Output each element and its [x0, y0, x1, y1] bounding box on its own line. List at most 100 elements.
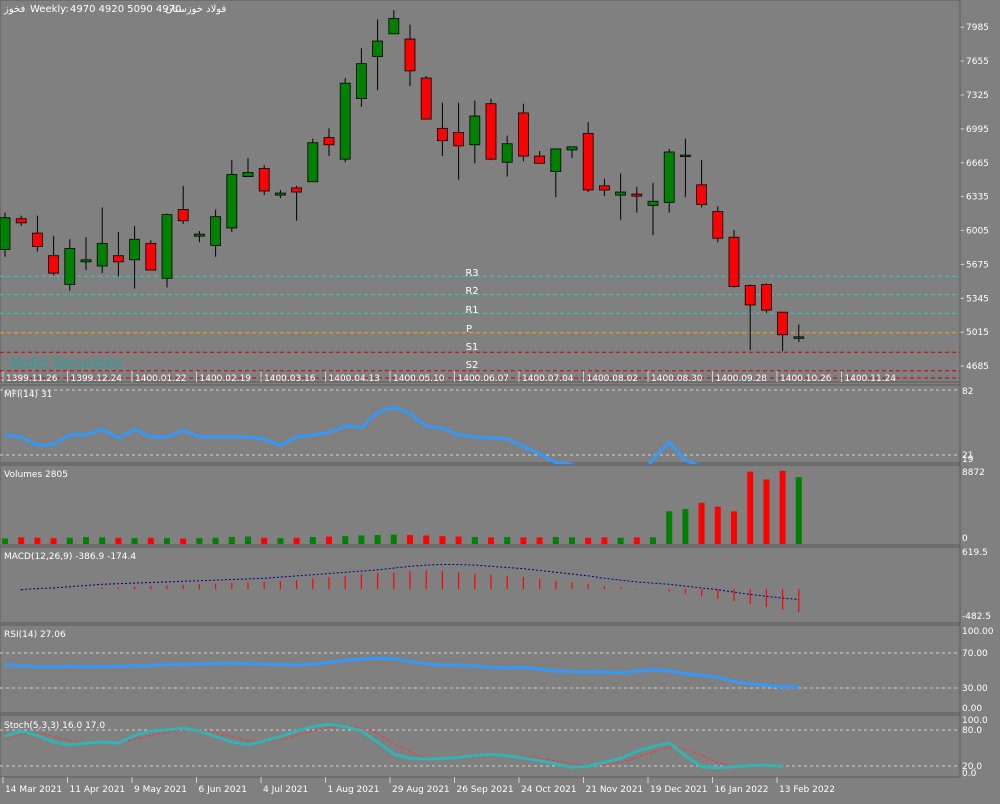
volume-bar — [471, 537, 478, 544]
candle-body — [453, 132, 465, 147]
volume-bar — [407, 535, 413, 544]
volume-bar — [795, 477, 802, 544]
price-tick-label: 6995 — [966, 125, 989, 135]
volume-bar — [682, 509, 689, 544]
rsi-axis-30: 30.00 — [962, 684, 988, 694]
macd-axis-top: 619.5 — [962, 548, 988, 558]
volume-bar — [455, 536, 462, 544]
volume-bar — [326, 536, 332, 544]
price-tick-label: 5015 — [966, 328, 989, 338]
price-tick-label: 6665 — [966, 159, 989, 169]
candle-body — [193, 233, 205, 237]
candle-body — [161, 214, 173, 279]
main-panel-bg — [0, 0, 961, 383]
candle[interactable] — [307, 138, 319, 183]
bottom-date-label: 16 Jan 2022 — [715, 785, 769, 795]
bottom-date-axis: 14 Mar 2021 11 Apr 2021 9 May 2021 6 Jun 20… — [2, 777, 835, 795]
rsi-panel[interactable]: RSI(14) 27.06 100.00 70.00 30.00 0.00 — [0, 624, 994, 714]
price-tick-label: 7985 — [966, 23, 989, 33]
volume-bar — [83, 537, 89, 544]
volume-bar — [763, 479, 770, 544]
bottom-date-label: 26 Sep 2021 — [457, 785, 514, 795]
candle[interactable] — [339, 78, 351, 163]
volume-bar — [552, 537, 559, 544]
price-axis: 7985 7655 7325 6995 6665 6335 6005 5675 5345 5015… — [960, 23, 989, 372]
candle-body — [647, 200, 659, 206]
main-price-panel[interactable]: فخوز Weekly: 4970 4920 5090 4970 فولاد خ… — [0, 0, 989, 384]
candle[interactable] — [161, 213, 173, 288]
stoch-axis-100: 100.0 — [962, 716, 988, 726]
candle-body — [680, 154, 691, 157]
macd-label: MACD(12,26,9) -386.9 -174.4 — [4, 552, 136, 562]
candle[interactable] — [258, 165, 270, 196]
volumes-panel[interactable]: Volumes 2805 8872 0 — [0, 464, 985, 546]
candle-body — [177, 209, 189, 222]
macd-panel-bg — [0, 546, 961, 624]
candle-body — [274, 192, 286, 196]
candle[interactable] — [761, 283, 772, 314]
candle-body — [113, 255, 124, 263]
candle-body — [323, 137, 335, 146]
macd-axis-bottom: -482.5 — [962, 612, 991, 622]
candle-body — [258, 168, 270, 192]
candle-body — [64, 248, 76, 285]
mfi-axis-bottom: 19 — [962, 455, 974, 465]
date-tick-label: 1399.12.24 — [71, 374, 123, 384]
candle[interactable] — [728, 230, 740, 288]
volume-bar — [536, 537, 543, 544]
volume-bar — [18, 537, 25, 544]
candle-body — [145, 242, 157, 271]
date-tick-label: 1400.06.07 — [458, 374, 510, 384]
stoch-panel[interactable]: Stoch(5,3,3) 16.0 17.0 100.0 80.0 20.0 0… — [0, 714, 988, 779]
bottom-date-label: 29 Aug 2021 — [392, 785, 450, 795]
candle-body — [307, 142, 319, 183]
volume-bar — [650, 537, 656, 544]
rsi-label: RSI(14) 27.06 — [4, 630, 66, 640]
price-tick-label: 7325 — [966, 91, 989, 101]
candle-body — [32, 232, 43, 247]
date-tick-label: 1400.02.19 — [200, 374, 252, 384]
price-tick-label: 4685 — [966, 362, 989, 372]
candle-body — [242, 172, 254, 178]
pivot-label-p: P — [466, 324, 472, 335]
bottom-date-label: 1 Aug 2021 — [328, 785, 380, 795]
bottom-date-label: 4 Jul 2021 — [263, 785, 308, 795]
pivot-label-r3: R3 — [465, 268, 478, 279]
volume-bar — [714, 506, 721, 544]
volume-bar — [779, 470, 786, 544]
watermark: Mofid Securities — [10, 356, 122, 372]
candle-body — [96, 242, 108, 267]
bottom-date-label: 9 May 2021 — [134, 785, 187, 795]
volume-bar — [245, 536, 251, 544]
mfi-label: MFI(14) 31 — [4, 390, 52, 400]
candle[interactable] — [712, 206, 724, 243]
candle-body — [712, 211, 724, 239]
chart-canvas[interactable]: فخوز Weekly: 4970 4920 5090 4970 فولاد خ… — [0, 0, 1000, 800]
candle-body — [761, 284, 772, 311]
header-name: فولاد خوزستان — [165, 4, 226, 15]
volume-bar — [99, 537, 106, 544]
volume-bar — [585, 537, 592, 544]
price-tick-label: 5675 — [966, 260, 989, 270]
trading-chart[interactable]: فخوز Weekly: 4970 4920 5090 4970 فولاد خ… — [0, 0, 1000, 800]
volumes-label: Volumes 2805 — [4, 470, 68, 480]
candle[interactable] — [420, 75, 432, 120]
candle-body — [469, 115, 481, 146]
candle-body — [436, 127, 448, 142]
candle-body — [226, 174, 238, 229]
macd-panel[interactable]: MACD(12,26,9) -386.9 -174.4 619.5 -482.5 — [0, 546, 991, 624]
candle-body — [744, 285, 756, 306]
date-tick-label: 1400.05.10 — [393, 374, 445, 384]
candle[interactable] — [145, 240, 157, 271]
volume-bar — [212, 537, 219, 544]
candle-body — [210, 216, 222, 246]
candle-body — [793, 336, 805, 339]
bottom-date-label: 21 Nov 2021 — [586, 785, 644, 795]
date-tick-label: 1400.07.04 — [522, 374, 574, 384]
volume-bar — [698, 502, 705, 544]
candle[interactable] — [485, 98, 497, 161]
volume-bar — [601, 537, 608, 544]
price-tick-label: 5345 — [966, 294, 989, 304]
pivot-label-r2: R2 — [465, 286, 478, 297]
stoch-axis-0: 0.0 — [962, 769, 977, 779]
